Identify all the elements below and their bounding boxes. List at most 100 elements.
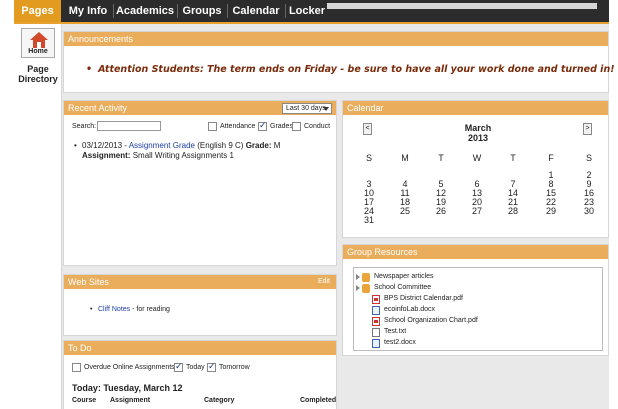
calendar-day[interactable]: 30 — [577, 207, 601, 216]
bullet-icon: • — [90, 306, 93, 313]
folder-icon — [362, 284, 370, 293]
tomorrow-label: Tomorrow — [219, 364, 250, 371]
attendance-checkbox[interactable] — [208, 122, 217, 131]
conduct-checkbox[interactable] — [292, 122, 301, 131]
overdue-checkbox[interactable] — [72, 363, 81, 372]
resource-name: ecoinfoLab.docx — [384, 306, 435, 313]
resource-name: School Organization Chart.pdf — [384, 317, 478, 324]
nav-decoration — [327, 3, 597, 9]
home-label: Home — [28, 48, 48, 55]
group-resources-header: Group Resources — [343, 245, 608, 259]
announcements-header: Announcements — [64, 32, 608, 46]
today-heading: Today: Tuesday, March 12 — [72, 383, 183, 393]
folder-icon — [362, 273, 370, 282]
grade-value: M — [273, 141, 281, 150]
todo-header: To Do — [64, 341, 336, 355]
range-select-value: Last 30 days — [286, 105, 326, 112]
tab-groups[interactable]: Groups — [178, 0, 226, 22]
calendar-dow: T — [510, 153, 516, 163]
calendar-day[interactable]: 27 — [465, 207, 489, 216]
resource-name: School Committee — [374, 284, 432, 291]
today-label: Today — [186, 364, 205, 371]
calendar-dow: F — [548, 153, 554, 163]
recent-activity-panel: Recent Activity Last 30 days Search: Att… — [63, 100, 337, 266]
grades-label: Grades — [270, 123, 293, 130]
calendar-day[interactable]: 25 — [393, 207, 417, 216]
recent-activity-title: Recent Activity — [68, 103, 128, 113]
todo-panel: To Do Overdue Online Assignments Today T… — [63, 340, 337, 409]
tab-calendar[interactable]: Calendar — [228, 0, 284, 22]
calendar-dow: W — [472, 153, 482, 163]
pdf-icon — [372, 295, 380, 304]
calendar-day[interactable]: 31 — [357, 216, 381, 225]
bullet-icon: • — [74, 141, 77, 150]
calendar-year: 2013 — [467, 133, 489, 143]
web-sites-title: Web Sites — [68, 277, 109, 287]
assignment-value: Small Writing Assignments 1 — [132, 151, 234, 160]
today-checkbox[interactable] — [174, 362, 183, 372]
column-assignment: Assignment — [110, 397, 151, 404]
announcements-panel: Announcements • Attention Students: The t… — [63, 31, 615, 93]
tab-academics[interactable]: Academics — [114, 0, 176, 22]
calendar-header: Calendar — [343, 101, 608, 115]
web-site-desc: - for reading — [130, 306, 170, 313]
web-sites-header: Web Sites Edit — [64, 275, 336, 289]
resource-name: BPS District Calendar.pdf — [384, 295, 463, 302]
overdue-label: Overdue Online Assignments — [84, 364, 175, 371]
announcement-body: Attention Students: The term ends on Fri… — [98, 64, 615, 75]
bullet-icon: • — [86, 64, 93, 75]
page-directory-link[interactable]: Page Directory — [14, 64, 62, 84]
doc-icon — [372, 339, 380, 348]
prev-month-button[interactable]: < — [363, 123, 372, 135]
search-input[interactable] — [97, 121, 161, 131]
search-label: Search: — [72, 123, 97, 130]
calendar-day[interactable]: 26 — [429, 207, 453, 216]
calendar-day[interactable]: 29 — [539, 207, 563, 216]
grades-checkbox[interactable] — [258, 121, 267, 131]
resource-name: Newspaper articles — [374, 273, 434, 280]
expand-icon[interactable] — [356, 274, 360, 280]
left-frame — [0, 0, 14, 409]
resource-name: Test.txt — [384, 328, 407, 335]
chevron-down-icon — [323, 107, 329, 111]
calendar-month-title: March 2013 — [423, 123, 533, 143]
home-button[interactable]: Home — [21, 28, 55, 58]
range-select[interactable]: Last 30 days — [282, 103, 332, 114]
assignment-grade-link[interactable]: Assignment Grade — [129, 141, 195, 150]
tab-locker[interactable]: Locker — [286, 0, 328, 22]
top-navigation: Pages My Info Academics Groups Calendar … — [14, 0, 609, 24]
calendar-panel: Calendar < March 2013 > SMTWTFS123456789… — [342, 100, 609, 238]
home-icon — [30, 32, 48, 48]
column-completed: Completed — [300, 397, 337, 404]
right-frame — [609, 0, 618, 409]
calendar-dow: M — [401, 153, 409, 163]
tomorrow-checkbox[interactable] — [207, 362, 216, 372]
txt-icon — [372, 328, 380, 337]
attendance-label: Attendance — [220, 123, 256, 130]
activity-date: 03/12/2013 - — [82, 141, 127, 150]
activity-course: (English 9 C) — [197, 141, 244, 150]
next-month-button[interactable]: > — [583, 123, 592, 135]
grade-label: Grade: — [245, 141, 272, 150]
calendar-dow: T — [438, 153, 444, 163]
activity-item: • 03/12/2013 - Assignment Grade (English… — [74, 141, 324, 161]
expand-icon[interactable] — [356, 285, 360, 291]
calendar-dow: S — [585, 153, 592, 163]
web-site-item: • Cliff Notes - for reading — [90, 305, 340, 315]
left-gutter: Home Page Directory — [14, 24, 62, 409]
group-resources-panel: Group Resources Newspaper articles School… — [342, 244, 609, 356]
edit-link[interactable]: Edit — [318, 275, 330, 289]
calendar-day[interactable]: 28 — [501, 207, 525, 216]
pdf-icon — [372, 317, 380, 326]
column-category: Category — [204, 397, 235, 404]
conduct-label: Conduct — [304, 123, 331, 130]
web-sites-panel: Web Sites Edit • Cliff Notes - for readi… — [63, 274, 337, 336]
calendar-month: March — [464, 123, 492, 133]
tab-pages[interactable]: Pages — [14, 0, 61, 22]
calendar-dow: S — [365, 153, 372, 163]
tab-my-info[interactable]: My Info — [64, 0, 112, 22]
cliff-notes-link[interactable]: Cliff Notes — [98, 306, 130, 313]
column-course: Course — [72, 397, 97, 404]
announcement-text: • Attention Students: The term ends on Fr… — [86, 64, 615, 75]
resource-name: test2.docx — [384, 339, 416, 346]
